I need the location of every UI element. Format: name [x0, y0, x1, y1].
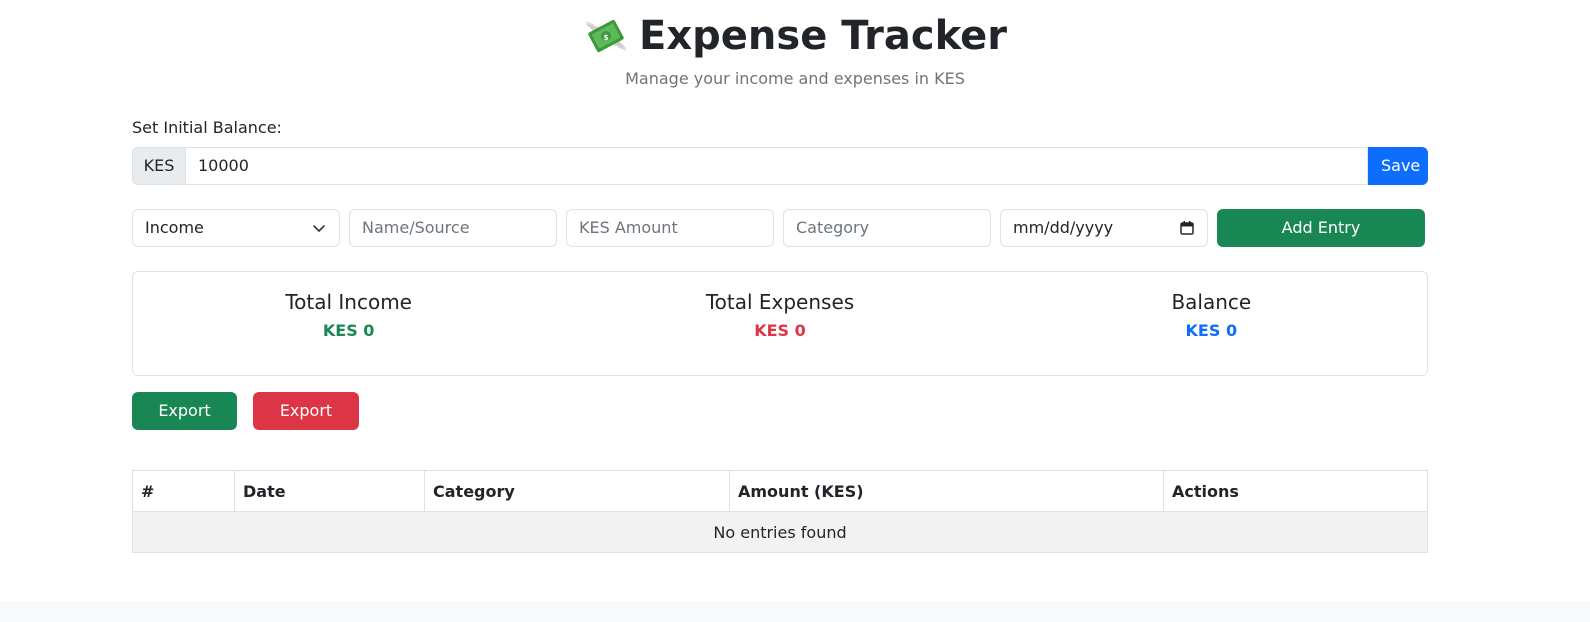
export-csv-button[interactable]: Export CSV	[132, 392, 237, 458]
money-with-wings-icon: $	[585, 19, 628, 53]
entries-table: # Date Category Amount (KES) Actions No …	[132, 470, 1428, 553]
page-title: $ Expense Tracker	[583, 10, 1007, 62]
column-header-actions: Actions	[1163, 470, 1428, 512]
footer-band	[0, 601, 1590, 622]
column-header-amount: Amount (KES)	[729, 470, 1164, 512]
chevron-down-icon	[313, 225, 325, 232]
table-header-row: # Date Category Amount (KES) Actions	[132, 470, 1428, 512]
currency-prefix: KES	[132, 147, 185, 185]
name-source-placeholder: Name/Source	[362, 218, 470, 237]
initial-balance-label: Set Initial Balance:	[132, 118, 282, 137]
export-pdf-button[interactable]: Export PDF	[253, 392, 359, 458]
entry-type-value: Income	[145, 218, 204, 237]
total-expenses-stat: Total Expenses KES 0	[564, 272, 995, 375]
total-expenses-label: Total Expenses	[705, 290, 855, 314]
empty-table-message: No entries found	[132, 511, 1428, 553]
total-income-value: KES 0	[322, 321, 375, 340]
export-actions: Export CSV Export PDF	[132, 392, 359, 458]
table-row: No entries found	[132, 511, 1428, 553]
date-input[interactable]: mm/dd/yyyy	[1000, 209, 1208, 247]
category-input[interactable]: Category	[783, 209, 991, 247]
column-header-category: Category	[424, 470, 730, 512]
page-header: $ Expense Tracker Manage your income and…	[0, 10, 1590, 89]
title-text: Expense Tracker	[639, 13, 1007, 59]
calendar-icon[interactable]	[1179, 220, 1195, 236]
name-source-input[interactable]: Name/Source	[349, 209, 557, 247]
initial-balance-group: KES 10000 Save	[132, 147, 1428, 185]
save-balance-button[interactable]: Save	[1368, 147, 1428, 185]
amount-placeholder: KES Amount	[579, 218, 678, 237]
amount-input[interactable]: KES Amount	[566, 209, 774, 247]
summary-card: Total Income KES 0 Total Expenses KES 0 …	[132, 271, 1428, 376]
balance-value: KES 0	[1185, 321, 1238, 340]
page-subtitle: Manage your income and expenses in KES	[625, 69, 965, 88]
total-income-label: Total Income	[285, 290, 412, 314]
svg-text:$: $	[603, 33, 609, 42]
add-entry-button[interactable]: Add Entry	[1217, 209, 1425, 247]
initial-balance-input[interactable]: 10000	[185, 147, 1368, 185]
date-placeholder: mm/dd/yyyy	[1013, 218, 1114, 237]
column-header-number: #	[132, 470, 235, 512]
expense-tracker-page: $ Expense Tracker Manage your income and…	[0, 0, 1590, 622]
balance-label: Balance	[1171, 290, 1252, 314]
category-placeholder: Category	[796, 218, 870, 237]
column-header-date: Date	[234, 470, 425, 512]
balance-stat: Balance KES 0	[996, 272, 1427, 375]
entry-form: Income Name/Source KES Amount Category m…	[132, 209, 1428, 247]
total-expenses-value: KES 0	[754, 321, 806, 340]
total-income-stat: Total Income KES 0	[133, 272, 564, 375]
entry-type-select[interactable]: Income	[132, 209, 340, 247]
